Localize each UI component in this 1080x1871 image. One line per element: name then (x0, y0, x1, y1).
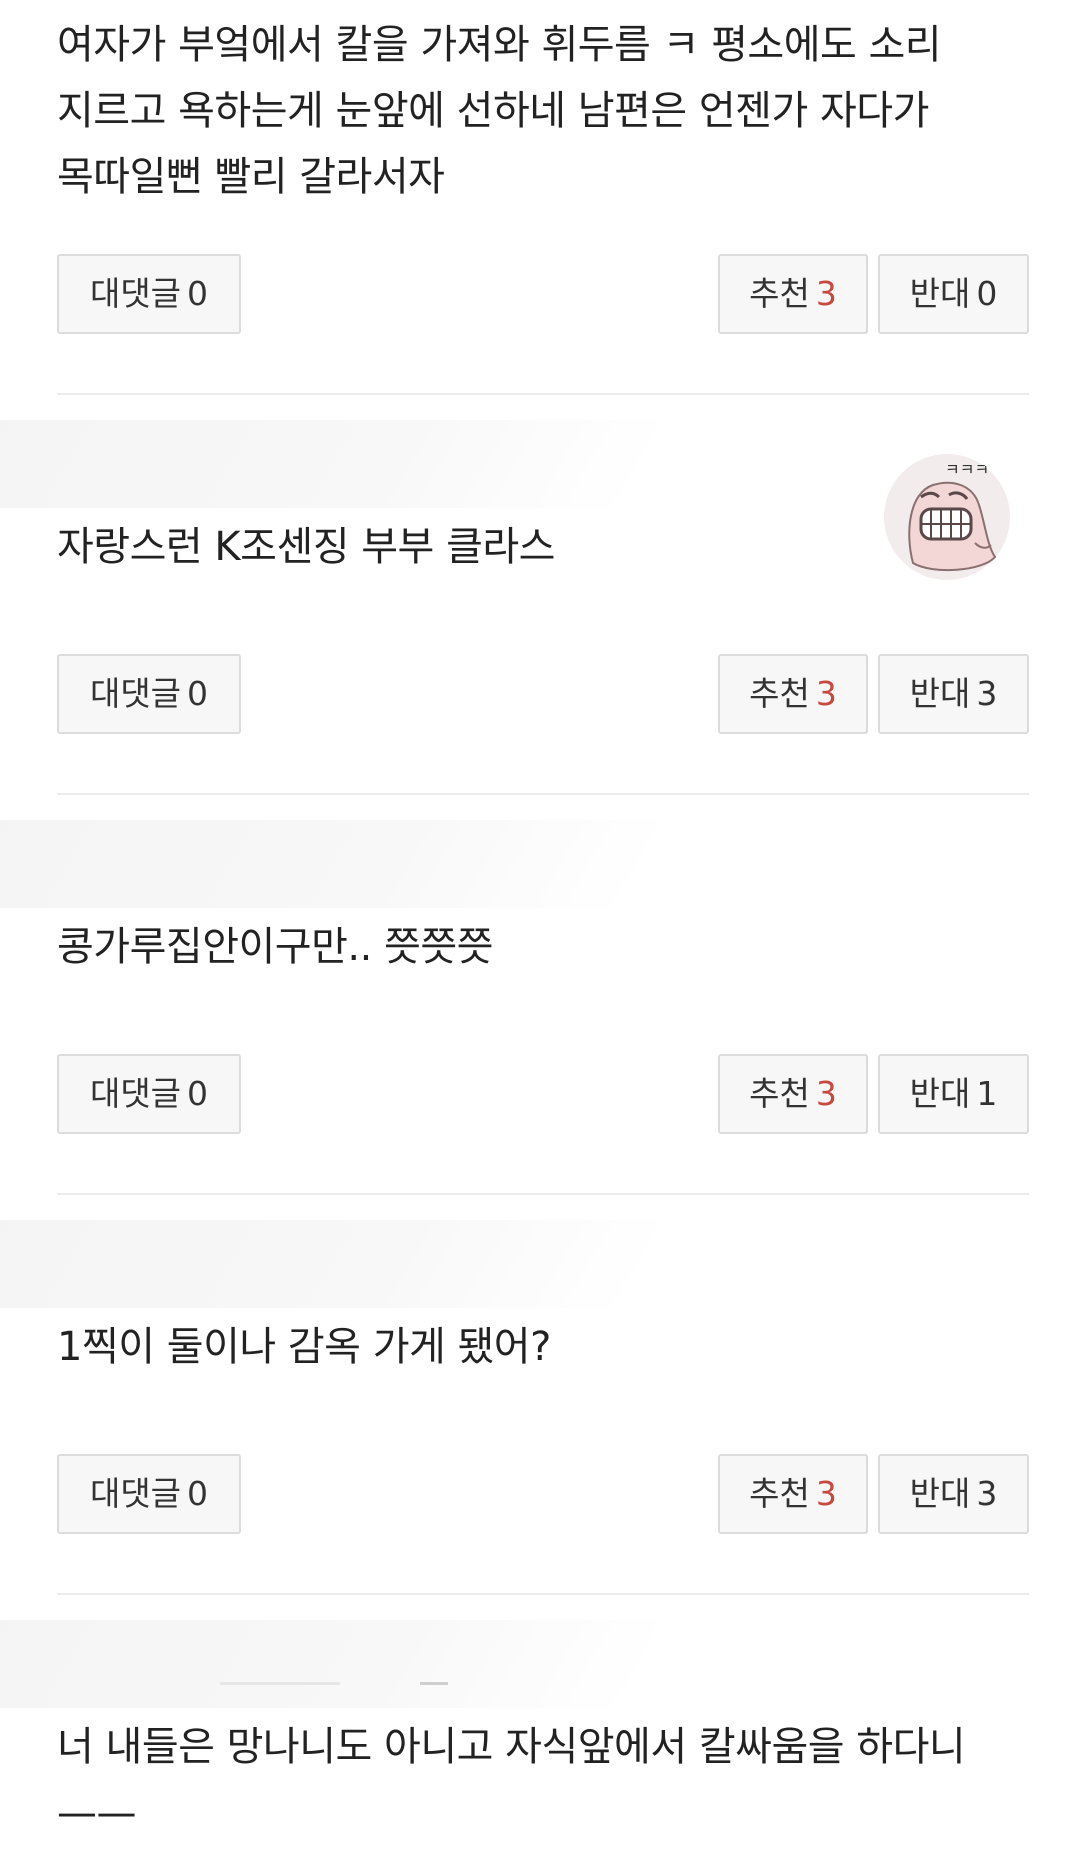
dislike-count: 0 (976, 274, 998, 313)
like-label: 추천 (749, 1474, 810, 1513)
reply-button[interactable]: 대댓글 0 (57, 1054, 241, 1134)
reply-count: 0 (187, 1474, 209, 1513)
sticker-text: ㅋㅋㅋ (945, 460, 989, 479)
reply-label: 대댓글 (89, 1074, 182, 1113)
like-button[interactable]: 추천 3 (718, 1454, 868, 1534)
dislike-label: 반대 (909, 674, 971, 713)
dislike-count: 3 (976, 1474, 998, 1513)
like-count: 3 (815, 1074, 837, 1113)
like-label: 추천 (749, 274, 810, 313)
reply-label: 대댓글 (89, 674, 182, 713)
reply-label: 대댓글 (89, 1474, 182, 1513)
reply-button[interactable]: 대댓글 0 (57, 254, 241, 334)
reply-count: 0 (187, 674, 209, 713)
like-button[interactable]: 추천 3 (718, 254, 868, 334)
reply-count: 0 (187, 1074, 209, 1113)
dislike-button[interactable]: 반대 0 (878, 254, 1029, 334)
comment-text: 여자가 부엌에서 칼을 가져와 휘두름 ㅋ 평소에도 소리 지르고 욕하는게 눈… (57, 22, 942, 200)
comment-divider (57, 1193, 1029, 1195)
comment-text: 콩가루집안이구만.. 쯧쯧쯧 (57, 924, 493, 970)
like-count: 3 (815, 274, 837, 313)
like-label: 추천 (749, 1074, 810, 1113)
dislike-count: 1 (976, 1074, 998, 1113)
like-count: 3 (815, 1474, 837, 1513)
reply-label: 대댓글 (89, 274, 182, 313)
partial-text-fragment (220, 1682, 448, 1685)
comment-divider (57, 1593, 1029, 1595)
reply-button[interactable]: 대댓글 0 (57, 1454, 241, 1534)
dislike-label: 반대 (909, 274, 971, 313)
dislike-count: 3 (976, 674, 998, 713)
dislike-label: 반대 (909, 1074, 971, 1113)
redacted-header-smudge (0, 420, 661, 508)
comment-text: 너 내들은 망나니도 아니고 자식앞에서 칼싸움을 하다니—— (57, 1724, 966, 1836)
redacted-header-smudge (0, 1620, 661, 1708)
reply-button[interactable]: 대댓글 0 (57, 654, 241, 734)
dislike-label: 반대 (909, 1474, 971, 1513)
comment-divider (57, 393, 1029, 395)
comment-divider (57, 793, 1029, 795)
like-label: 추천 (749, 674, 810, 713)
like-button[interactable]: 추천 3 (718, 1054, 868, 1134)
comment-text: 1찍이 둘이나 감옥 가게 됐어? (57, 1324, 551, 1370)
like-count: 3 (815, 674, 837, 713)
like-button[interactable]: 추천 3 (718, 654, 868, 734)
redacted-header-smudge (0, 820, 661, 908)
redacted-header-smudge (0, 1220, 661, 1308)
dislike-button[interactable]: 반대 3 (878, 654, 1029, 734)
comment-text: 자랑스런 K조센징 부부 클라스 (57, 524, 555, 570)
dislike-button[interactable]: 반대 1 (878, 1054, 1029, 1134)
reply-count: 0 (187, 274, 209, 313)
dislike-button[interactable]: 반대 3 (878, 1454, 1029, 1534)
